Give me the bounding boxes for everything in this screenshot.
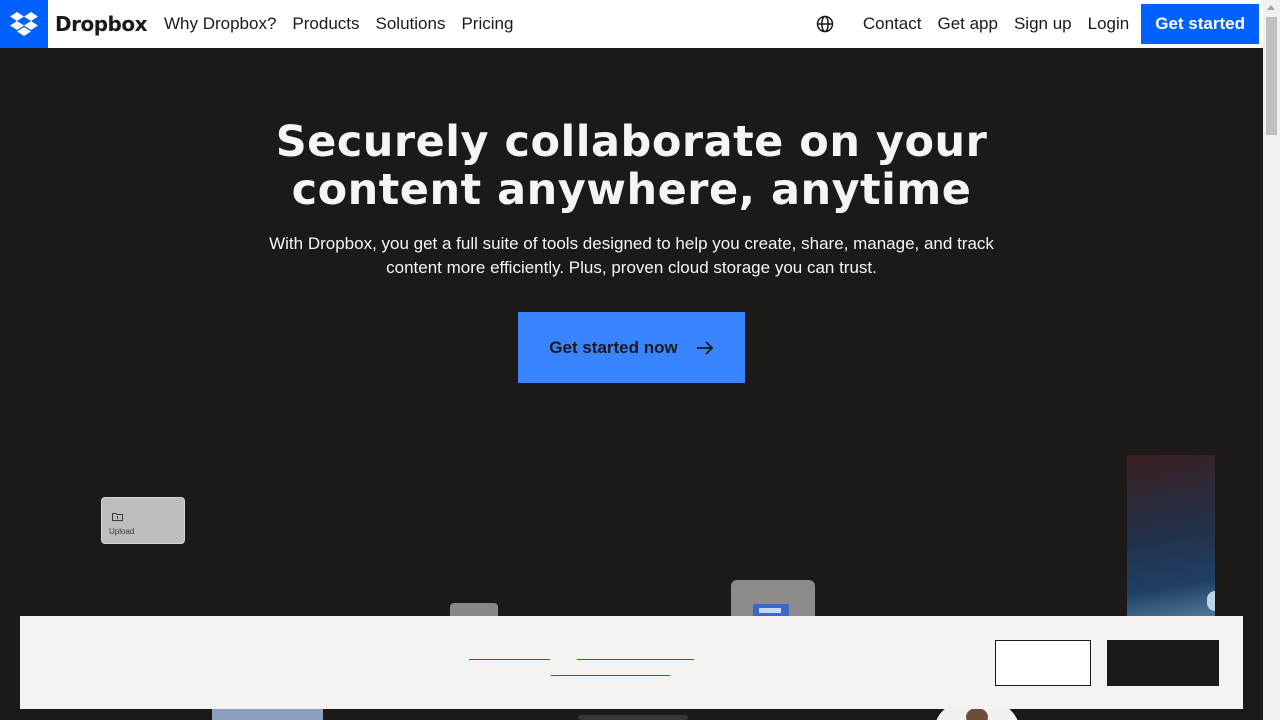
nav-link-products[interactable]: Products xyxy=(284,14,367,34)
get-started-button[interactable]: Get started xyxy=(1141,4,1259,44)
hero-subtitle-line-2: content more efficiently. Plus, proven c… xyxy=(386,258,877,277)
cookie-link-1[interactable] xyxy=(469,659,550,660)
nav-link-login[interactable]: Login xyxy=(1080,14,1138,34)
upload-label: Upload xyxy=(109,527,135,536)
get-started-now-button[interactable]: Get started now xyxy=(518,312,745,383)
cookie-link-3[interactable] xyxy=(551,675,670,676)
arrow-right-icon xyxy=(696,340,714,356)
preview-block xyxy=(212,708,323,720)
scroll-up-arrow-icon[interactable] xyxy=(1267,5,1275,10)
brand-name[interactable]: Dropbox xyxy=(55,12,147,36)
dropbox-logo-icon[interactable] xyxy=(0,0,48,48)
page-scrollbar[interactable] xyxy=(1263,0,1280,720)
upload-card: Upload xyxy=(101,497,185,544)
scroll-thumb[interactable] xyxy=(1266,17,1277,135)
hero-title-line-1: Securely collaborate on your xyxy=(275,117,988,167)
nav-link-sign-up[interactable]: Sign up xyxy=(1006,14,1080,34)
preview-bar xyxy=(578,715,688,720)
nav-link-solutions[interactable]: Solutions xyxy=(368,14,454,34)
photo-preview xyxy=(1127,455,1215,625)
cookie-banner xyxy=(20,616,1243,709)
document-line xyxy=(759,608,781,613)
cookie-settings-button[interactable] xyxy=(995,640,1091,686)
nav-link-get-app[interactable]: Get app xyxy=(929,14,1006,34)
cookie-link-2[interactable] xyxy=(577,659,694,660)
folder-upload-icon xyxy=(112,508,123,526)
hero-title-line-2: content anywhere, anytime xyxy=(291,165,972,215)
nav-link-pricing[interactable]: Pricing xyxy=(453,14,521,34)
globe-icon[interactable] xyxy=(815,14,835,34)
primary-nav: Why Dropbox? Products Solutions Pricing xyxy=(156,14,521,34)
photo-highlight xyxy=(1207,591,1215,611)
avatar-face xyxy=(966,708,988,720)
nav-link-why-dropbox[interactable]: Why Dropbox? xyxy=(156,14,284,34)
cookie-accept-button[interactable] xyxy=(1107,640,1219,686)
hero-subtitle-line-1: With Dropbox, you get a full suite of to… xyxy=(269,234,994,253)
hero-title: Securely collaborate on your content any… xyxy=(0,118,1263,214)
nav-link-contact[interactable]: Contact xyxy=(855,14,930,34)
hero-subtitle: With Dropbox, you get a full suite of to… xyxy=(260,232,1003,280)
secondary-nav: Contact Get app Sign up Login Get starte… xyxy=(815,0,1263,48)
top-nav: Dropbox Why Dropbox? Products Solutions … xyxy=(0,0,1263,48)
get-started-now-label: Get started now xyxy=(549,337,678,357)
